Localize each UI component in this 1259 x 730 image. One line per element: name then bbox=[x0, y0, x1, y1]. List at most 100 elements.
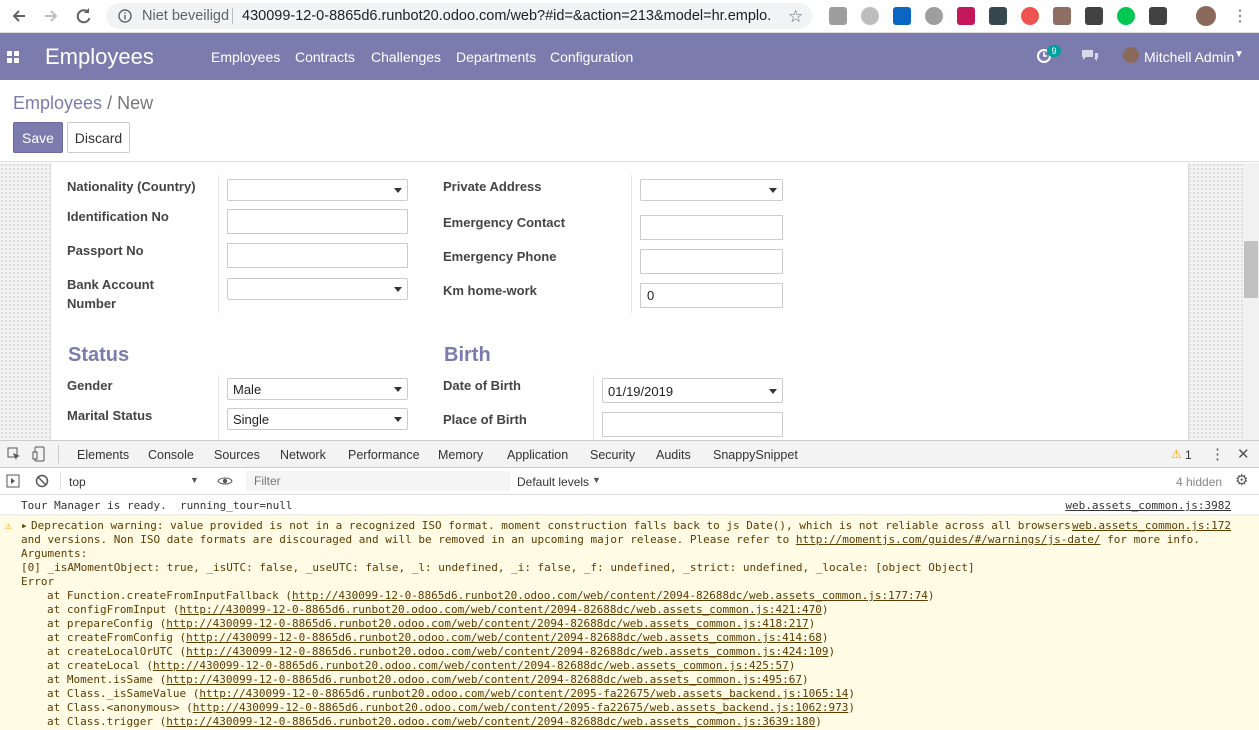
chevron-down-icon[interactable]: ▼ bbox=[190, 475, 199, 485]
stack-function: at Moment.isSame ( bbox=[47, 673, 167, 686]
caret-down-icon bbox=[394, 387, 402, 392]
scrollbar-thumb[interactable] bbox=[1244, 241, 1258, 298]
sidebar-toggle-icon[interactable] bbox=[6, 474, 20, 488]
extension-icon[interactable] bbox=[1053, 7, 1071, 25]
identification-input[interactable] bbox=[227, 209, 408, 234]
log-levels-dropdown[interactable]: Default levels bbox=[517, 475, 589, 489]
stack-source-link[interactable]: http://430099-12-0-8865d6.runbot20.odoo.… bbox=[166, 715, 815, 728]
device-toggle-icon[interactable] bbox=[32, 446, 46, 462]
info-icon[interactable] bbox=[118, 9, 132, 23]
apps-grid-icon[interactable] bbox=[7, 51, 19, 63]
stack-paren: ) bbox=[788, 659, 796, 672]
inspect-element-icon[interactable] bbox=[7, 447, 21, 461]
discard-button[interactable]: Discard bbox=[67, 122, 130, 153]
stack-source-link[interactable]: http://430099-12-0-8865d6.runbot20.odoo.… bbox=[166, 673, 802, 686]
expand-triangle-icon[interactable]: ▸ bbox=[21, 519, 28, 533]
extension-icon[interactable] bbox=[1021, 7, 1039, 25]
avatar[interactable] bbox=[1123, 47, 1139, 63]
more-vert-icon[interactable]: ⋮ bbox=[1210, 445, 1225, 463]
stack-source-link[interactable]: http://430099-12-0-8865d6.runbot20.odoo.… bbox=[179, 603, 821, 616]
close-icon[interactable]: ✕ bbox=[1237, 445, 1250, 463]
extension-icon[interactable] bbox=[829, 7, 847, 25]
private-address-select[interactable] bbox=[640, 179, 783, 201]
tab-performance[interactable]: Performance bbox=[348, 448, 420, 462]
profile-avatar[interactable] bbox=[1196, 6, 1216, 26]
context-select[interactable]: top bbox=[69, 475, 86, 489]
gender-select[interactable]: Male bbox=[227, 378, 408, 400]
tab-audits[interactable]: Audits bbox=[656, 448, 691, 462]
console-filter-input[interactable] bbox=[246, 471, 510, 491]
stack-paren: ) bbox=[808, 617, 816, 630]
bookmark-star-icon[interactable]: ☆ bbox=[788, 7, 803, 27]
menu-employees[interactable]: Employees bbox=[211, 49, 280, 65]
tab-network[interactable]: Network bbox=[280, 448, 326, 462]
stack-source-link[interactable]: http://430099-12-0-8865d6.runbot20.odoo.… bbox=[166, 617, 808, 630]
menu-contracts[interactable]: Contracts bbox=[295, 49, 355, 65]
tab-security[interactable]: Security bbox=[590, 448, 635, 462]
status-section-title: Status bbox=[68, 344, 130, 366]
chevron-down-icon[interactable]: ▼ bbox=[592, 475, 601, 485]
eye-icon[interactable] bbox=[217, 475, 233, 487]
tab-memory[interactable]: Memory bbox=[438, 448, 483, 462]
stack-source-link[interactable]: http://430099-12-0-8865d6.runbot20.odoo.… bbox=[153, 659, 789, 672]
stack-paren: ) bbox=[927, 589, 935, 602]
tab-sources[interactable]: Sources bbox=[214, 448, 260, 462]
warning-triangle-icon[interactable]: ⚠ bbox=[1171, 447, 1182, 461]
stack-function: at Function.createFromInputFallback ( bbox=[47, 589, 293, 602]
tab-elements[interactable]: Elements bbox=[77, 448, 129, 462]
extension-icon[interactable] bbox=[861, 7, 879, 25]
km-home-work-input[interactable] bbox=[640, 283, 783, 308]
stack-source-link[interactable]: http://430099-12-0-8865d6.runbot20.odoo.… bbox=[199, 687, 848, 700]
user-menu-name[interactable]: Mitchell Admin bbox=[1144, 49, 1234, 65]
back-arrow-icon[interactable] bbox=[8, 5, 30, 27]
bank-account-select[interactable] bbox=[227, 278, 408, 300]
emergency-contact-input[interactable] bbox=[640, 215, 783, 240]
source-link[interactable]: web.assets_common.js:172 bbox=[1072, 519, 1231, 533]
linkedin-icon[interactable] bbox=[893, 7, 911, 25]
emergency-phone-input[interactable] bbox=[640, 249, 783, 274]
chevron-down-icon[interactable]: ▼ bbox=[1234, 49, 1244, 60]
stack-source-link[interactable]: http://430099-12-0-8865d6.runbot20.odoo.… bbox=[193, 701, 849, 714]
caret-down-icon bbox=[769, 389, 777, 394]
warnings-count[interactable]: 1 bbox=[1185, 448, 1192, 462]
stack-source-link[interactable]: http://430099-12-0-8865d6.runbot20.odoo.… bbox=[186, 631, 822, 644]
passport-input[interactable] bbox=[227, 243, 408, 268]
stack-source-link[interactable]: http://430099-12-0-8865d6.runbot20.odoo.… bbox=[292, 589, 928, 602]
tab-snappysnippet[interactable]: SnappySnippet bbox=[713, 448, 798, 462]
menu-configuration[interactable]: Configuration bbox=[550, 49, 633, 65]
tab-application[interactable]: Application bbox=[507, 448, 568, 462]
breadcrumb-employees[interactable]: Employees bbox=[13, 93, 102, 113]
menu-challenges[interactable]: Challenges bbox=[371, 49, 441, 65]
private-address-label: Private Address bbox=[443, 179, 542, 194]
clear-console-icon[interactable] bbox=[35, 474, 49, 488]
extension-icon[interactable] bbox=[1117, 7, 1135, 25]
moment-docs-link[interactable]: http://momentjs.com/guides/#/warnings/js… bbox=[796, 533, 1101, 546]
tab-console[interactable]: Console bbox=[138, 448, 204, 470]
extension-icon[interactable] bbox=[957, 7, 975, 25]
date-of-birth-picker[interactable]: 01/19/2019 bbox=[602, 378, 783, 403]
chat-icon[interactable] bbox=[1081, 49, 1099, 64]
address-bar[interactable]: Niet beveiligd 430099-12-0-8865d6.runbot… bbox=[106, 3, 812, 29]
divider bbox=[58, 445, 59, 463]
menu-departments[interactable]: Departments bbox=[456, 49, 536, 65]
extension-icon[interactable] bbox=[1085, 7, 1103, 25]
app-title: Employees bbox=[45, 44, 154, 69]
place-of-birth-label: Place of Birth bbox=[443, 412, 527, 427]
more-vert-icon[interactable]: ⋮ bbox=[1232, 6, 1248, 26]
place-of-birth-input[interactable] bbox=[602, 412, 783, 437]
gear-icon[interactable]: ⚙ bbox=[1235, 471, 1248, 489]
save-button[interactable]: Save bbox=[13, 122, 63, 153]
stack-paren: ) bbox=[801, 673, 809, 686]
url-text[interactable]: 430099-12-0-8865d6.runbot20.odoo.com/web… bbox=[242, 8, 772, 24]
stack-source-link[interactable]: http://430099-12-0-8865d6.runbot20.odoo.… bbox=[186, 645, 828, 658]
forward-arrow-icon[interactable] bbox=[40, 5, 62, 27]
extension-icon[interactable] bbox=[1149, 7, 1167, 25]
page-scrollbar[interactable] bbox=[1244, 163, 1259, 440]
reload-icon[interactable] bbox=[72, 5, 94, 27]
marital-status-label: Marital Status bbox=[67, 408, 153, 423]
extension-icon[interactable] bbox=[989, 7, 1007, 25]
source-link[interactable]: web.assets_common.js:3982 bbox=[1065, 499, 1231, 513]
extension-icon[interactable] bbox=[925, 7, 943, 25]
nationality-select[interactable] bbox=[227, 179, 408, 201]
marital-status-select[interactable]: Single bbox=[227, 408, 408, 430]
